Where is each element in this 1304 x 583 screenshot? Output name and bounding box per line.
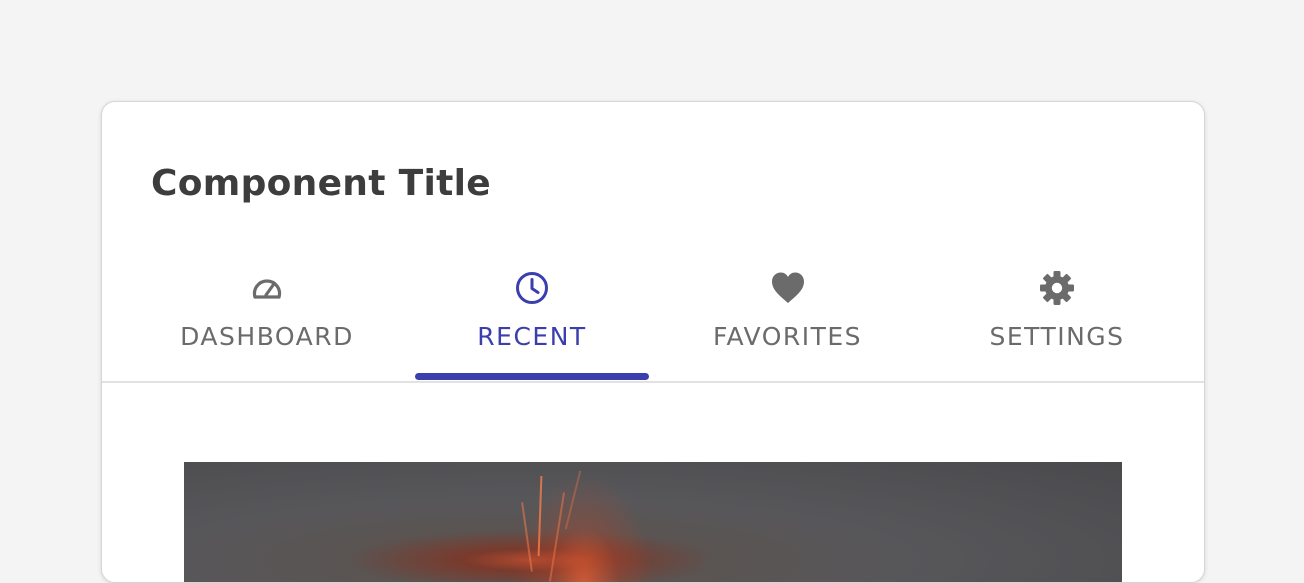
gear-icon	[1039, 270, 1075, 306]
active-tab-indicator	[415, 373, 649, 380]
tab-dashboard-label: DASHBOARD	[180, 322, 354, 351]
tab-bar: DASHBOARD RECENT FAVORITES SETTINGS	[102, 262, 1204, 383]
tab-recent-label: RECENT	[477, 322, 587, 351]
clock-icon	[514, 270, 550, 306]
tab-favorites[interactable]: FAVORITES	[674, 262, 901, 381]
tab-divider	[102, 381, 1204, 383]
tab-recent[interactable]: RECENT	[415, 262, 649, 381]
tab-settings[interactable]: SETTINGS	[942, 262, 1172, 381]
tab-favorites-label: FAVORITES	[712, 322, 863, 351]
lava-glow	[514, 472, 654, 582]
tab-dashboard[interactable]: DASHBOARD	[149, 262, 385, 381]
volcano-eruption-image	[184, 462, 1122, 582]
card-title: Component Title	[151, 163, 491, 204]
tab-settings-label: SETTINGS	[989, 322, 1125, 351]
speedometer-icon	[249, 270, 285, 306]
heart-icon	[770, 270, 806, 306]
card: Component Title DASHBOARD RECENT FAVORIT…	[101, 101, 1205, 583]
